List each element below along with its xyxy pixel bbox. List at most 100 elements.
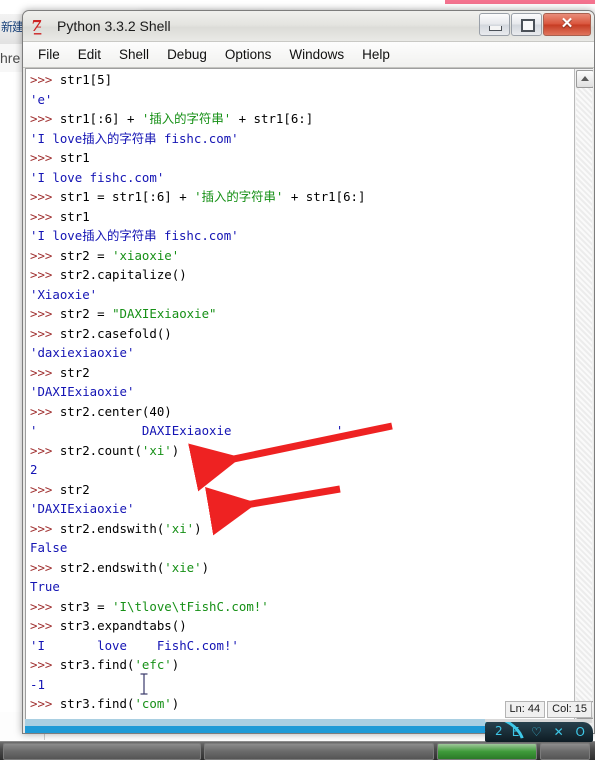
shell-input-line[interactable]: >>> str3.expandtabs() (30, 616, 365, 636)
shell-input-line[interactable]: >>> str1[:6] + '插入的字符串' + str1[6:] (30, 109, 365, 129)
shell-input-line[interactable]: >>> str2 = 'xiaoxie' (30, 246, 365, 266)
shell-input-line[interactable]: >>> str2.endswith('xi') (30, 519, 365, 539)
shell-token-str: 'xi' (164, 520, 195, 536)
status-line: Ln: 44 (504, 701, 546, 718)
shell-token-plain: str2 (59, 481, 90, 497)
shell-token-plain: str2.count( (59, 442, 142, 458)
shell-output-line[interactable]: 'I love FishC.com!' (30, 636, 365, 656)
shell-token-prompt: >>> (30, 111, 60, 126)
shell-text-pane[interactable]: >>> str1[5]'e' >>> str1[:6] + '插入的字符串' + … (26, 69, 574, 720)
shell-token-prompt: >>> (30, 208, 60, 224)
shell-output-line[interactable]: 'daxiexiaoxie' (30, 343, 365, 363)
shell-output-line[interactable]: 'I love插入的字符串 fishc.com' (30, 129, 365, 149)
menu-file[interactable]: File (29, 45, 69, 64)
shell-input-line[interactable]: >>> str2.endswith('xie') (30, 558, 365, 578)
shell-token-str: 'xi' (141, 442, 172, 458)
close-button[interactable]: ✕ (543, 13, 591, 36)
shell-input-line[interactable]: >>> str2.capitalize() (30, 265, 365, 285)
menu-shell[interactable]: Shell (110, 45, 158, 64)
menu-options[interactable]: Options (216, 45, 281, 64)
shell-token-prompt: >>> (30, 150, 60, 165)
shell-input-line[interactable]: >>> str3 = 'I\tlove\tFishC.com!' (30, 597, 365, 617)
shell-code[interactable]: >>> str1[5]'e' >>> str1[:6] + '插入的字符串' + … (30, 70, 365, 720)
shell-output-line[interactable]: 'DAXIExiaoxie' (30, 382, 365, 402)
menu-edit[interactable]: Edit (69, 45, 110, 64)
shell-token-plain: str2.center(40) (59, 403, 172, 419)
shell-token-plain: + str1[6:] (231, 111, 314, 126)
shell-token-stdout: True (30, 579, 60, 594)
shell-token-plain: str1[:6] + (59, 111, 142, 126)
shell-token-plain: str1[5] (59, 72, 113, 87)
vertical-scrollbar[interactable] (574, 69, 593, 720)
shell-token-stdout: 2 (30, 462, 38, 477)
shell-token-prompt: >>> (30, 481, 60, 497)
shell-input-line[interactable]: >>> str1 = str1[:6] + '插入的字符串' + str1[6:… (30, 187, 365, 207)
taskbar-button-1[interactable] (3, 742, 201, 760)
shell-token-str: 'efc' (134, 657, 172, 672)
taskbar-button-3-active[interactable] (437, 742, 537, 760)
shell-input-line[interactable]: >>> str1 (30, 148, 365, 168)
shell-token-str: "DAXIExiaoxie" (112, 306, 217, 321)
shell-token-plain: str3 = (59, 598, 113, 614)
scroll-up-button[interactable] (576, 70, 593, 88)
shell-token-str: 'xie' (164, 559, 202, 575)
menu-help[interactable]: Help (353, 45, 399, 64)
menu-debug[interactable]: Debug (158, 45, 216, 64)
shell-output-line[interactable]: -1 (30, 675, 365, 695)
shell-token-plain: str3.expandtabs() (59, 618, 187, 633)
shell-token-stdout: 'I love插入的字符串 fishc.com' (30, 228, 239, 243)
chevron-up-icon (581, 76, 589, 81)
shell-token-prompt: >>> (30, 267, 60, 282)
shell-output-line[interactable]: 'e' (30, 90, 365, 110)
shell-input-line[interactable]: >>> str3.find('efc') (30, 655, 365, 675)
shell-input-line[interactable]: >>> str1[5] (30, 70, 365, 90)
menu-windows[interactable]: Windows (280, 45, 353, 64)
shell-output-line[interactable]: ' DAXIExiaoxie ' (30, 421, 365, 441)
shell-input-line[interactable]: >>> str2 (30, 363, 365, 383)
shell-token-prompt: >>> (30, 364, 60, 380)
shell-input-line[interactable]: >>> str2.casefold() (30, 324, 365, 344)
taskbar-button-2[interactable] (204, 742, 434, 760)
shell-input-line[interactable]: >>> str2.count('xi') (30, 441, 365, 461)
shell-token-prompt: >>> (30, 247, 60, 263)
shell-output-line[interactable]: False (30, 538, 365, 558)
statusbar: Ln: 44 Col: 15 (503, 701, 592, 718)
shell-token-prompt: >>> (30, 696, 60, 711)
shell-token-plain: str2 = (59, 247, 113, 263)
vertical-scrollbar-track[interactable] (576, 87, 592, 702)
shell-token-plain: ) (171, 696, 180, 711)
shell-output-line[interactable]: 2 (30, 460, 365, 480)
shell-token-stdout: 'I love fishc.com' (30, 169, 165, 185)
shell-input-line[interactable]: >>> str3.find('com') (30, 694, 365, 714)
shell-output-area[interactable]: >>> str1[5]'e' >>> str1[:6] + '插入的字符串' + … (25, 68, 593, 720)
shell-output-line[interactable]: 'Xiaoxie' (30, 285, 365, 305)
shell-output-line[interactable]: 'DAXIExiaoxie' (30, 499, 365, 519)
shell-input-line[interactable]: >>> str2.center(40) (30, 402, 365, 422)
screen: 新建 hre 7̵̲ Python 3.3.2 Shell ✕ File Edi… (0, 0, 595, 760)
titlebar[interactable]: 7̵̲ Python 3.3.2 Shell ✕ (23, 11, 594, 42)
horizontal-scrollbar-thumb[interactable] (25, 719, 485, 733)
shell-output-line[interactable]: 'I love插入的字符串 fishc.com' (30, 226, 365, 246)
scrollbar-thumb-highlight (25, 719, 485, 726)
taskbar-button-4[interactable] (540, 742, 590, 760)
shell-token-prompt: >>> (30, 306, 60, 321)
shell-token-str: '插入的字符串' (141, 111, 232, 126)
shell-token-str: 'I\tlove\tFishC.com!' (112, 598, 269, 614)
shell-output-line[interactable]: 'I love fishc.com' (30, 168, 365, 188)
shell-token-plain: ) (194, 520, 202, 536)
shell-token-prompt: >>> (30, 618, 60, 633)
accent-bar (445, 0, 595, 4)
shell-output-line[interactable]: True (30, 577, 365, 597)
shell-token-str: '插入的字符串' (194, 189, 284, 204)
minimize-icon (489, 26, 502, 31)
minimize-button[interactable] (479, 13, 510, 36)
maximize-button[interactable] (511, 13, 542, 36)
shell-input-line[interactable]: >>> str2 (30, 480, 365, 500)
shell-token-plain: ) (171, 657, 180, 672)
shell-token-prompt: >>> (30, 559, 60, 575)
shell-input-line[interactable]: >>> str2 = "DAXIExiaoxie" (30, 304, 365, 324)
shell-input-line[interactable]: >>> str1 (30, 207, 365, 227)
shell-token-prompt: >>> (30, 189, 60, 204)
shell-token-plain: str2.endswith( (59, 520, 165, 536)
shell-token-plain: str1 = str1[:6] + (59, 189, 195, 204)
